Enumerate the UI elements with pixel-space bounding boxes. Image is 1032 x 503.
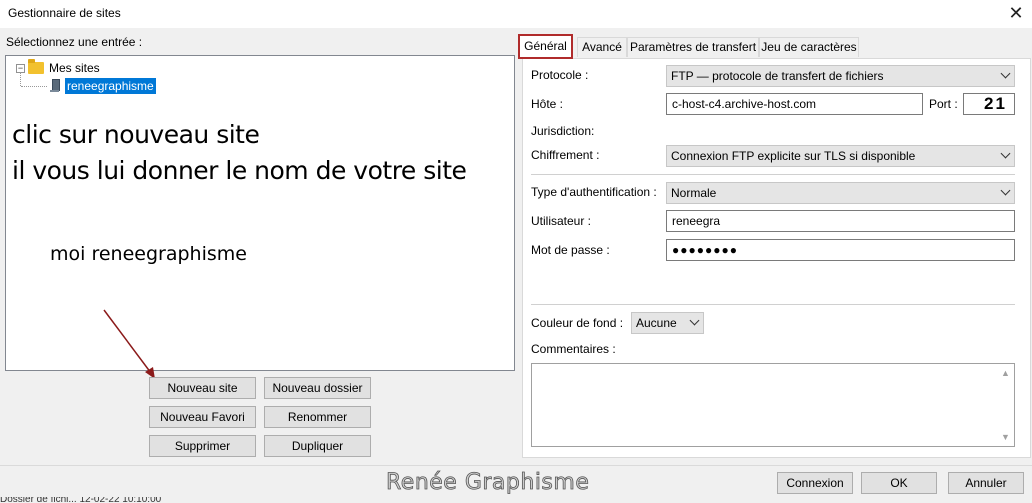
new-folder-button[interactable]: Nouveau dossier <box>264 377 371 399</box>
rename-button[interactable]: Renommer <box>264 406 371 428</box>
tree-root-mes-sites[interactable]: − Mes sites <box>16 59 100 76</box>
ok-button[interactable]: OK <box>861 472 937 494</box>
server-icon <box>50 79 60 93</box>
tab-avance[interactable]: Avancé <box>577 37 627 57</box>
protocol-value: FTP — protocole de transfert de fichiers <box>671 69 884 83</box>
comments-textarea[interactable]: ▲ ▼ <box>531 363 1015 447</box>
tree-item-reneegraphisme[interactable]: reneegraphisme <box>50 78 156 94</box>
section-divider <box>531 304 1015 305</box>
user-label: Utilisateur : <box>531 214 592 228</box>
auth-type-label: Type d'authentification : <box>531 185 657 199</box>
close-icon[interactable]: ✕ <box>1004 2 1028 24</box>
status-bar-partial: Dossier de fichi... 12-02-22 10:10:00 <box>0 497 162 503</box>
protocol-label: Protocole : <box>531 68 589 82</box>
scroll-up-icon[interactable]: ▲ <box>1001 368 1010 378</box>
tab-charset[interactable]: Jeu de caractères <box>759 37 859 57</box>
tree-root-label: Mes sites <box>49 61 100 75</box>
chevron-down-icon <box>689 315 700 326</box>
footer-divider <box>0 465 1032 466</box>
password-label: Mot de passe : <box>531 243 610 257</box>
comments-scrollbar[interactable]: ▲ ▼ <box>997 364 1014 446</box>
chevron-down-icon <box>1000 148 1011 159</box>
chevron-down-icon <box>1000 68 1011 79</box>
auth-type-select[interactable]: Normale <box>666 182 1015 204</box>
bgcolor-label: Couleur de fond : <box>531 316 624 330</box>
annotation-text-2: il vous lui donner le nom de votre site <box>12 156 467 185</box>
new-bookmark-button[interactable]: Nouveau Favori <box>149 406 256 428</box>
host-label: Hôte : <box>531 97 564 111</box>
host-input[interactable]: c-host-c4.archive-host.com <box>666 93 923 115</box>
delete-button[interactable]: Supprimer <box>149 435 256 457</box>
user-input[interactable]: reneegra <box>666 210 1015 232</box>
title-bar: Gestionnaire de sites ✕ <box>0 0 1032 28</box>
bgcolor-select[interactable]: Aucune <box>631 312 704 334</box>
encryption-select[interactable]: Connexion FTP explicite sur TLS si dispo… <box>666 145 1015 167</box>
annotation-arrow <box>103 309 155 379</box>
tab-transfer-settings[interactable]: Paramètres de transfert <box>627 37 759 57</box>
connect-button[interactable]: Connexion <box>777 472 853 494</box>
port-label: Port : <box>929 97 958 111</box>
tree-item-label: reneegraphisme <box>65 78 156 94</box>
tab-general[interactable]: Général <box>518 34 573 59</box>
site-tree[interactable]: − Mes sites reneegraphisme clic sur nouv… <box>5 55 515 371</box>
password-input[interactable]: ●●●●●●●● <box>666 239 1015 261</box>
auth-type-value: Normale <box>671 186 717 200</box>
protocol-select[interactable]: FTP — protocole de transfert de fichiers <box>666 65 1015 87</box>
cancel-button[interactable]: Annuler <box>948 472 1024 494</box>
folder-icon <box>28 59 44 74</box>
encryption-label: Chiffrement : <box>531 148 600 162</box>
section-divider <box>531 174 1015 175</box>
port-input[interactable]: 21 <box>963 93 1015 115</box>
duplicate-button[interactable]: Dupliquer <box>264 435 371 457</box>
encryption-value: Connexion FTP explicite sur TLS si dispo… <box>671 149 916 163</box>
annotation-text-3: moi reneegraphisme <box>50 243 247 265</box>
tree-line <box>20 72 21 86</box>
jurisdiction-label: Jurisdiction: <box>531 124 595 138</box>
tree-line <box>21 86 47 87</box>
window-title: Gestionnaire de sites <box>8 6 121 20</box>
scroll-down-icon[interactable]: ▼ <box>1001 432 1010 442</box>
bgcolor-value: Aucune <box>636 316 677 330</box>
new-site-button[interactable]: Nouveau site <box>149 377 256 399</box>
annotation-text-1: clic sur nouveau site <box>12 120 260 149</box>
comments-label: Commentaires : <box>531 342 616 356</box>
watermark-text: Renée Graphisme <box>386 470 590 496</box>
select-entry-label: Sélectionnez une entrée : <box>6 35 143 49</box>
chevron-down-icon <box>1000 185 1011 196</box>
